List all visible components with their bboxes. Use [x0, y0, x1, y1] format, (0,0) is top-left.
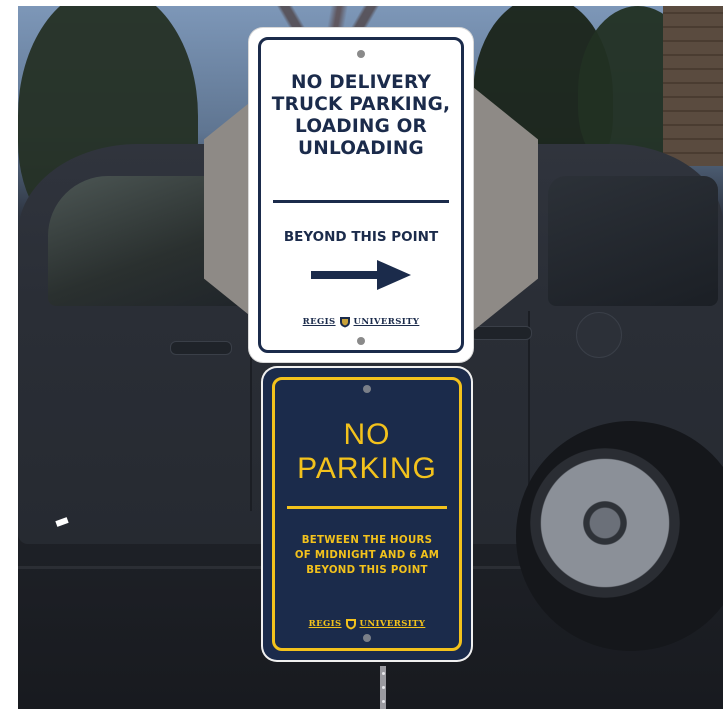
- bolt-icon: [363, 385, 371, 393]
- bolt-icon: [357, 337, 365, 345]
- no-parking-heading: NO PARKING: [273, 418, 461, 486]
- suv-wheel: [530, 448, 680, 598]
- headline-line: LOADING OR: [295, 116, 427, 137]
- suv-rear-window: [548, 176, 718, 306]
- delivery-sign-headline: NO DELIVERY TRUCK PARKING, LOADING OR UN…: [263, 72, 459, 160]
- hours-line: BEYOND THIS POINT: [306, 565, 428, 576]
- brand-name-right: UNIVERSITY: [359, 619, 426, 629]
- divider: [273, 200, 449, 203]
- door-handle: [470, 326, 532, 340]
- brand-name-left: REGIS: [308, 619, 342, 629]
- post-hole: [382, 700, 385, 703]
- headline-line: NO DELIVERY: [290, 72, 432, 93]
- bolt-icon: [363, 634, 371, 642]
- fuel-cap: [576, 312, 622, 358]
- door-handle: [170, 341, 232, 355]
- no-parking-hours: BETWEEN THE HOURS OF MIDNIGHT AND 6 AM B…: [279, 533, 455, 578]
- hours-line: BETWEEN THE HOURS: [301, 535, 433, 546]
- hours-line: OF MIDNIGHT AND 6 AM: [294, 550, 440, 561]
- post-hole: [382, 672, 385, 675]
- shield-icon: [339, 317, 350, 328]
- delivery-sign-subtext: BEYOND THIS POINT: [283, 229, 439, 245]
- right-arrow-icon: [311, 260, 411, 290]
- shield-icon: [345, 619, 356, 630]
- stone-building: [663, 6, 723, 166]
- post-hole: [382, 686, 385, 689]
- regis-university-logo: REGIS UNIVERSITY: [279, 316, 443, 328]
- regis-university-logo: REGIS UNIVERSITY: [293, 618, 441, 630]
- bolt-icon: [357, 50, 365, 58]
- divider: [287, 506, 447, 509]
- headline-line: UNLOADING: [298, 138, 424, 159]
- brand-name-right: UNIVERSITY: [353, 317, 420, 327]
- delivery-sign: NO DELIVERY TRUCK PARKING, LOADING OR UN…: [249, 28, 473, 362]
- no-parking-sign: NO PARKING BETWEEN THE HOURS OF MIDNIGHT…: [263, 368, 471, 660]
- headline-line: TRUCK PARKING,: [271, 94, 451, 115]
- heading-line-parking: PARKING: [297, 452, 437, 485]
- heading-line-no: NO: [343, 418, 391, 451]
- brand-name-left: REGIS: [302, 317, 336, 327]
